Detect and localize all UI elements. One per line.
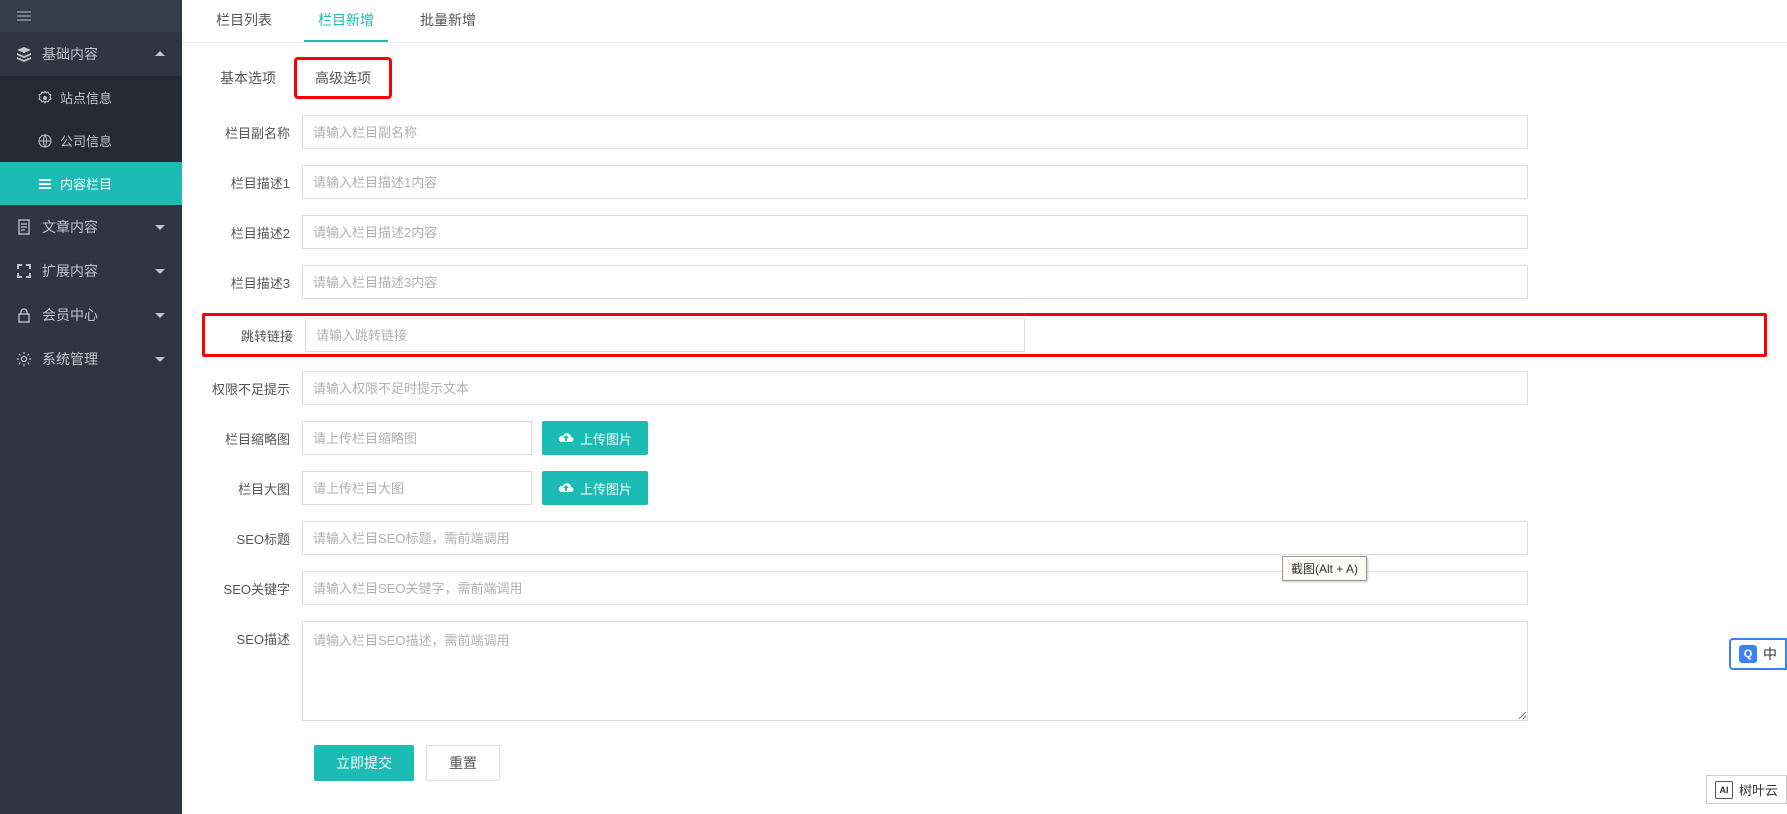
input-jump-link[interactable]: [305, 318, 1025, 352]
sidebar-item-extend-content[interactable]: 扩展内容: [0, 249, 182, 293]
cloud-upload-icon: [558, 481, 574, 495]
sidebar-sub-label: 内容栏目: [60, 174, 112, 193]
sidebar-sub-label: 公司信息: [60, 131, 112, 150]
input-noauth[interactable]: [302, 371, 1528, 405]
row-noauth: 权限不足提示: [202, 371, 1767, 405]
sidebar-label: 基础内容: [42, 44, 154, 64]
sidebar-item-system-manage[interactable]: 系统管理: [0, 337, 182, 381]
sidebar-item-member-center[interactable]: 会员中心: [0, 293, 182, 337]
btn-submit[interactable]: 立即提交: [314, 745, 414, 781]
list-icon: [38, 177, 52, 191]
sidebar-item-site-info[interactable]: 站点信息: [0, 76, 182, 119]
tab-category-list[interactable]: 栏目列表: [202, 0, 286, 42]
screenshot-tooltip: 截图(Alt + A): [1282, 556, 1367, 581]
ime-icon: Q: [1739, 645, 1757, 663]
tab-batch-add[interactable]: 批量新增: [406, 0, 490, 42]
expand-icon: [16, 263, 32, 279]
row-seo-title: SEO标题: [202, 521, 1767, 555]
label-desc2: 栏目描述2: [202, 223, 302, 242]
gear-icon: [16, 351, 32, 367]
brand-label: 树叶云: [1739, 780, 1778, 799]
row-thumb: 栏目缩略图 上传图片: [202, 421, 1767, 455]
row-subtitle: 栏目副名称: [202, 115, 1767, 149]
sidebar-sub-basic: 站点信息 公司信息 内容栏目: [0, 76, 182, 205]
form: 栏目副名称 栏目描述1 栏目描述2 栏目描述3 跳转链接 权限不足提示: [182, 109, 1787, 801]
input-desc2[interactable]: [302, 215, 1528, 249]
ime-indicator[interactable]: Q 中: [1729, 638, 1787, 670]
row-jump-link: 跳转链接: [202, 313, 1767, 357]
label-seo-title: SEO标题: [202, 529, 302, 548]
input-seo-title[interactable]: [302, 521, 1528, 555]
btn-upload-thumb[interactable]: 上传图片: [542, 421, 648, 455]
label-subtitle: 栏目副名称: [202, 123, 302, 142]
chevron-down-icon: [154, 309, 166, 321]
sidebar-item-content-category[interactable]: 内容栏目: [0, 162, 182, 205]
sidebar-label: 文章内容: [42, 217, 154, 237]
chevron-down-icon: [154, 221, 166, 233]
input-thumb[interactable]: [302, 421, 532, 455]
chevron-up-icon: [154, 48, 166, 60]
btn-reset[interactable]: 重置: [426, 745, 500, 781]
sidebar-sub-label: 站点信息: [60, 88, 112, 107]
label-desc3: 栏目描述3: [202, 273, 302, 292]
row-seo-keyword: SEO关键字: [202, 571, 1767, 605]
sidebar-item-company-info[interactable]: 公司信息: [0, 119, 182, 162]
row-seo-desc: SEO描述: [202, 621, 1767, 721]
sidebar: 基础内容 站点信息 公司信息 内容栏目: [0, 0, 182, 814]
form-actions: 立即提交 重置: [314, 745, 1767, 781]
layers-icon: [16, 46, 32, 62]
sidebar-item-top[interactable]: [0, 0, 182, 32]
lock-icon: [16, 307, 32, 323]
brand-widget[interactable]: AI 树叶云: [1706, 775, 1787, 804]
tab-category-add[interactable]: 栏目新增: [304, 0, 388, 42]
tabs-sub: 基本选项 高级选项: [182, 43, 1787, 109]
label-desc1: 栏目描述1: [202, 173, 302, 192]
chevron-down-icon: [154, 353, 166, 365]
btn-upload-bigimg[interactable]: 上传图片: [542, 471, 648, 505]
input-subtitle[interactable]: [302, 115, 1528, 149]
label-jump: 跳转链接: [205, 326, 305, 345]
chevron-down-icon: [154, 265, 166, 277]
ai-icon: AI: [1715, 781, 1733, 799]
tab-advanced-options[interactable]: 高级选项: [294, 57, 392, 99]
cloud-upload-icon: [558, 431, 574, 445]
label-thumb: 栏目缩略图: [202, 429, 302, 448]
textarea-seo-desc[interactable]: [302, 621, 1528, 721]
input-bigimg[interactable]: [302, 471, 532, 505]
ime-label: 中: [1763, 644, 1777, 664]
menu-icon: [16, 8, 32, 24]
input-desc1[interactable]: [302, 165, 1528, 199]
sidebar-item-basic-content[interactable]: 基础内容: [0, 32, 182, 76]
sidebar-label: 扩展内容: [42, 261, 154, 281]
sidebar-label: 系统管理: [42, 349, 154, 369]
label-seo-keyword: SEO关键字: [202, 579, 302, 598]
btn-upload-label: 上传图片: [580, 479, 632, 498]
label-seo-desc: SEO描述: [202, 621, 302, 648]
sidebar-label: 会员中心: [42, 305, 154, 325]
tab-basic-options[interactable]: 基本选项: [202, 60, 294, 96]
label-noauth: 权限不足提示: [202, 379, 302, 398]
main-content: 栏目列表 栏目新增 批量新增 基本选项 高级选项 栏目副名称 栏目描述1 栏目描…: [182, 0, 1787, 814]
btn-upload-label: 上传图片: [580, 429, 632, 448]
row-desc3: 栏目描述3: [202, 265, 1767, 299]
row-desc1: 栏目描述1: [202, 165, 1767, 199]
globe-icon: [38, 134, 52, 148]
row-bigimg: 栏目大图 上传图片: [202, 471, 1767, 505]
gear-icon: [38, 91, 52, 105]
input-desc3[interactable]: [302, 265, 1528, 299]
tabs-top: 栏目列表 栏目新增 批量新增: [182, 0, 1787, 43]
label-bigimg: 栏目大图: [202, 479, 302, 498]
sidebar-item-article-content[interactable]: 文章内容: [0, 205, 182, 249]
row-desc2: 栏目描述2: [202, 215, 1767, 249]
document-icon: [16, 219, 32, 235]
